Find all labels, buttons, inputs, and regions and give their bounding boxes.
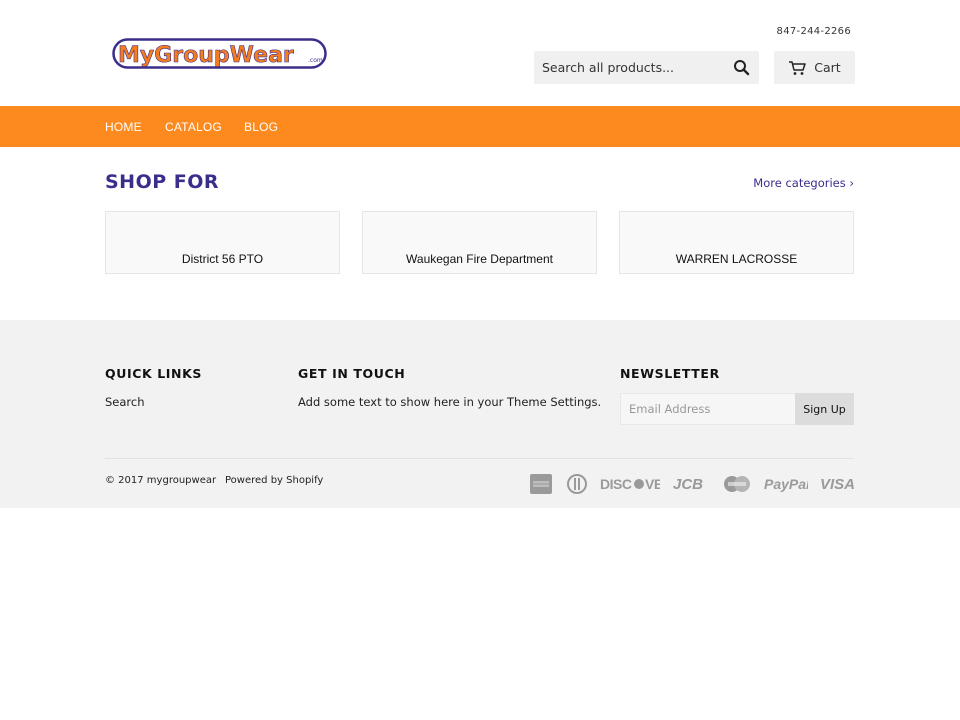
get-in-touch-heading: GET IN TOUCH <box>298 366 406 381</box>
american-express-icon <box>530 474 552 494</box>
main-nav: HOME CATALOG BLOG <box>0 106 960 147</box>
cart-icon <box>789 60 807 75</box>
cart-label: Cart <box>814 60 841 75</box>
nav-item-catalog[interactable]: CATALOG <box>165 120 222 134</box>
svg-text:VER: VER <box>645 476 660 492</box>
signup-button[interactable]: Sign Up <box>795 393 854 425</box>
svg-text:.com: .com <box>308 57 323 64</box>
diners-club-icon <box>567 474 587 494</box>
site-footer: QUICK LINKS Search GET IN TOUCH Add some… <box>0 320 960 508</box>
logo-wordmark: MyGroupWear <box>118 43 294 68</box>
visa-icon: VISA <box>820 476 854 493</box>
collection-label: Waukegan Fire Department <box>406 252 553 266</box>
collection-card[interactable]: Waukegan Fire Department <box>362 211 597 274</box>
footer-link-search[interactable]: Search <box>105 395 145 409</box>
copyright-text: © 2017 mygroupwear <box>105 475 217 486</box>
powered-by-link[interactable]: Powered by Shopify <box>225 475 323 486</box>
quick-links-heading: QUICK LINKS <box>105 366 203 381</box>
nav-item-blog[interactable]: BLOG <box>244 120 278 134</box>
collection-label: WARREN LACROSSE <box>675 252 798 266</box>
get-in-touch-text: Add some text to show here in your Theme… <box>298 395 602 409</box>
svg-text:PayPal: PayPal <box>764 476 808 492</box>
search-icon <box>734 60 750 76</box>
nav-item-home[interactable]: HOME <box>105 120 142 134</box>
more-categories-link[interactable]: More categories › <box>753 176 854 190</box>
svg-text:JCB: JCB <box>673 476 703 493</box>
collection-card[interactable]: WARREN LACROSSE <box>619 211 854 274</box>
jcb-icon: JCB <box>673 476 703 493</box>
cart-button[interactable]: Cart <box>774 51 855 84</box>
newsletter-heading: NEWSLETTER <box>620 366 720 381</box>
phone-number: 847-244-2266 <box>776 26 851 37</box>
master-icon <box>724 476 750 492</box>
search-input[interactable] <box>534 51 724 84</box>
collection-card[interactable]: District 56 PTO <box>105 211 340 274</box>
search-form <box>534 51 759 84</box>
site-header: MyGroupWear .com 847-244-2266 Cart <box>0 0 960 106</box>
section-title: SHOP FOR <box>105 171 220 193</box>
svg-text:DISC: DISC <box>600 476 632 492</box>
discover-icon: DISC VER <box>600 476 660 492</box>
collection-label: District 56 PTO <box>181 252 264 266</box>
search-button[interactable] <box>731 57 753 79</box>
site-logo[interactable]: MyGroupWear .com <box>112 38 328 70</box>
paypal-icon: PayPal <box>764 476 808 492</box>
footer-divider <box>105 458 854 459</box>
svg-text:VISA: VISA <box>820 476 854 493</box>
newsletter-email-input[interactable] <box>620 393 796 425</box>
